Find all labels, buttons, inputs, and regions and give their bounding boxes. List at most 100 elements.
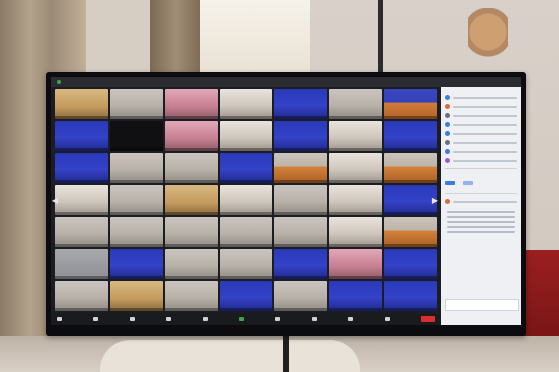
participant-row[interactable] <box>441 120 521 129</box>
video-tile[interactable] <box>274 121 328 151</box>
video-tile[interactable] <box>55 89 108 119</box>
end-button[interactable] <box>420 316 435 322</box>
participant-row[interactable] <box>441 147 521 156</box>
participant-name <box>453 141 517 144</box>
video-tile[interactable] <box>55 249 108 279</box>
participant-name <box>453 150 517 153</box>
video-tile[interactable] <box>164 249 218 279</box>
video-tile[interactable] <box>329 217 383 247</box>
video-tile[interactable] <box>55 281 108 311</box>
chevron-right-icon[interactable]: ▶ <box>431 195 439 207</box>
video-tile[interactable] <box>109 249 163 279</box>
window-title-bar <box>51 77 521 87</box>
video-gallery <box>55 89 437 311</box>
video-tile[interactable] <box>219 153 273 183</box>
video-tile[interactable] <box>109 217 163 247</box>
video-tile[interactable] <box>109 89 163 119</box>
record-button[interactable] <box>275 317 281 321</box>
video-tile[interactable] <box>329 185 383 215</box>
video-tile[interactable] <box>164 217 218 247</box>
participant-row[interactable] <box>441 111 521 120</box>
video-tile[interactable] <box>109 153 163 183</box>
participant-name <box>453 96 517 99</box>
video-tile[interactable] <box>219 185 273 215</box>
participants-chat-panel <box>441 87 521 325</box>
avatar <box>445 199 450 204</box>
video-tile[interactable] <box>329 281 383 311</box>
video-tile[interactable] <box>274 217 328 247</box>
video-tile[interactable] <box>329 153 383 183</box>
video-tile[interactable] <box>384 121 437 151</box>
avatar <box>445 131 450 136</box>
tv-stand <box>283 334 289 372</box>
camera-icon <box>93 317 99 321</box>
video-tile[interactable] <box>219 281 273 311</box>
video-tile[interactable] <box>219 249 273 279</box>
meeting-toolbar <box>51 313 441 325</box>
video-tile[interactable] <box>219 217 273 247</box>
video-tile[interactable] <box>164 153 218 183</box>
video-tile[interactable] <box>384 153 437 183</box>
video-tile[interactable] <box>274 89 328 119</box>
chat-input[interactable] <box>445 299 519 311</box>
video-tile[interactable] <box>219 89 273 119</box>
video-tile[interactable] <box>109 121 163 151</box>
table-cloth <box>100 340 360 372</box>
video-tile[interactable] <box>274 281 328 311</box>
reactions-button[interactable] <box>311 317 317 321</box>
participant-row[interactable] <box>441 156 521 165</box>
video-tile[interactable] <box>55 153 108 183</box>
video-tile[interactable] <box>55 121 108 151</box>
participant-name <box>453 159 517 162</box>
participant-row[interactable] <box>441 138 521 147</box>
panel-action-button[interactable] <box>463 181 474 185</box>
video-tile[interactable] <box>109 281 163 311</box>
video-tile[interactable] <box>274 185 328 215</box>
mute-button[interactable] <box>57 317 62 321</box>
avatar <box>445 140 450 145</box>
video-tile[interactable] <box>164 89 218 119</box>
wall-decoration <box>468 8 508 68</box>
participant-row[interactable] <box>441 102 521 111</box>
avatar <box>445 95 450 100</box>
participant-list <box>441 93 521 165</box>
participants-button[interactable] <box>166 317 172 321</box>
video-tile[interactable] <box>164 281 218 311</box>
video-button[interactable] <box>93 317 99 321</box>
apps-icon <box>348 317 354 321</box>
video-tile[interactable] <box>384 217 437 247</box>
window <box>200 0 310 80</box>
chat-button[interactable] <box>202 317 208 321</box>
share-screen-button[interactable] <box>238 317 244 321</box>
curtain <box>150 0 202 80</box>
avatar <box>445 158 450 163</box>
video-tile[interactable] <box>164 185 218 215</box>
video-tile[interactable] <box>329 89 383 119</box>
video-tile[interactable] <box>274 249 328 279</box>
whiteboard-button[interactable] <box>384 317 390 321</box>
panel-actions <box>441 172 521 190</box>
video-tile[interactable] <box>55 185 108 215</box>
chat-icon <box>202 317 208 321</box>
participant-name <box>453 105 517 108</box>
video-tile[interactable] <box>384 89 437 119</box>
apps-button[interactable] <box>348 317 354 321</box>
video-tile[interactable] <box>164 121 218 151</box>
chat-message-body <box>441 206 521 238</box>
avatar <box>445 122 450 127</box>
video-tile[interactable] <box>55 217 108 247</box>
panel-action-button[interactable] <box>445 181 455 185</box>
chevron-left-icon[interactable]: ◀ <box>51 195 59 207</box>
participant-row[interactable] <box>441 93 521 102</box>
video-tile[interactable] <box>109 185 163 215</box>
chat-sender <box>453 200 517 203</box>
video-tile[interactable] <box>219 121 273 151</box>
security-button[interactable] <box>129 317 135 321</box>
video-tile[interactable] <box>384 249 437 279</box>
participant-row[interactable] <box>441 129 521 138</box>
video-tile[interactable] <box>384 185 437 215</box>
video-tile[interactable] <box>384 281 437 311</box>
video-tile[interactable] <box>274 153 328 183</box>
video-tile[interactable] <box>329 249 383 279</box>
video-tile[interactable] <box>329 121 383 151</box>
